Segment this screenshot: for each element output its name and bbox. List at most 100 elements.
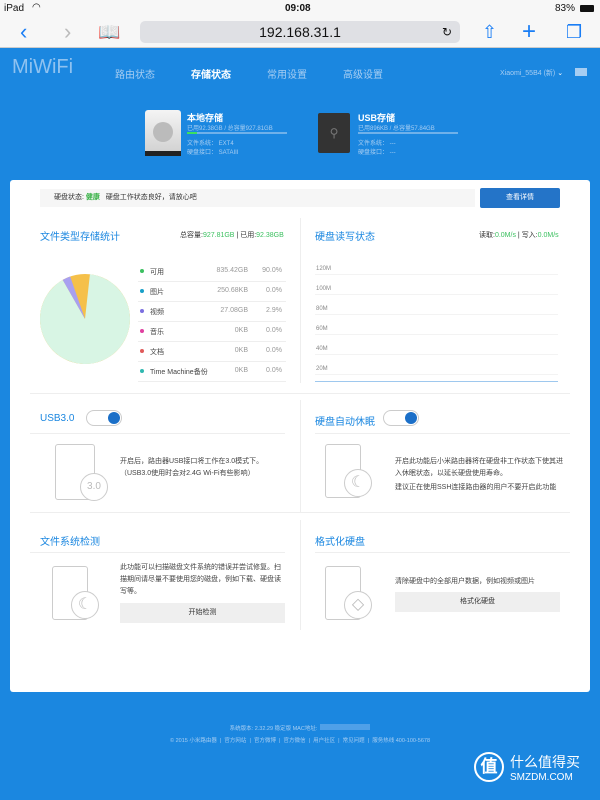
footer-link[interactable]: 官方微博 — [254, 738, 276, 744]
usb-disk-icon: ⚲ — [318, 113, 350, 153]
view-details-button[interactable]: 查看详情 — [480, 188, 560, 208]
usb-disk-fs: 文件系统： --- — [358, 141, 396, 147]
legend-dot — [140, 349, 144, 353]
sleep-desc-1: 开启此功能后小米路由器将在硬盘非工作状态下使其进入休眠状态，以延长硬盘使用寿命。 — [395, 458, 563, 477]
battery-percent: 83% — [555, 3, 576, 14]
y-tick-label: 100M — [316, 286, 332, 292]
hdd-format-icon: ◇ — [325, 566, 372, 620]
legend-size: 250.68KB — [217, 287, 248, 294]
moon-icon: ☾ — [71, 591, 99, 619]
gridline — [315, 314, 558, 315]
legend-row: 视频 27.08GB 2.9% — [138, 302, 286, 322]
tab-advanced-settings[interactable]: 高级设置 — [343, 66, 383, 81]
gridline — [315, 294, 558, 295]
io-rates: 读取:0.0M/s | 写入:0.0M/s — [479, 232, 559, 239]
y-tick-label: 40M — [316, 346, 328, 352]
legend-label: 可用 — [150, 269, 164, 276]
legend-percent: 90.0% — [262, 267, 282, 274]
legend-dot — [140, 309, 144, 313]
usb-disk-port: 硬盘接口： --- — [358, 150, 396, 156]
back-icon[interactable]: ‹ — [20, 18, 27, 46]
io-chart-baseline — [315, 381, 558, 382]
local-disk-port: 硬盘接口： SATAIII — [187, 150, 239, 156]
sleep-toggle[interactable] — [383, 410, 419, 426]
divider — [300, 400, 301, 512]
usb-disk-progress — [358, 132, 458, 134]
sleep-title: 硬盘自动休眠 — [315, 417, 375, 428]
io-chart-title: 硬盘读写状态 — [315, 232, 375, 243]
share-icon[interactable]: ⇧ — [482, 18, 497, 46]
usb3-badge: 3.0 — [80, 473, 108, 501]
local-disk-usage: 已用92.38GB / 总容量927.81GB — [187, 126, 273, 132]
footer-link[interactable]: 官方微信 — [284, 738, 306, 744]
smzdm-watermark-logo: 值 — [474, 752, 504, 782]
forward-icon[interactable]: › — [64, 18, 71, 46]
legend-label: 图片 — [150, 289, 164, 296]
bookmarks-icon[interactable]: 📖 — [98, 18, 120, 46]
network-selector[interactable]: Xiaomi_55B4 (新) ⌄ — [500, 68, 563, 78]
mac-address-redacted — [320, 724, 371, 730]
write-label: 写入: — [521, 232, 538, 239]
format-disk-button[interactable]: 格式化硬盘 — [395, 592, 560, 612]
y-tick-label: 20M — [316, 366, 328, 372]
sleep-desc-2: 建议正在使用SSH连接路由器的用户不要开启此功能 — [395, 484, 557, 491]
legend-dot — [140, 329, 144, 333]
legend-label: 文档 — [150, 349, 164, 356]
tab-router-status[interactable]: 路由状态 — [115, 66, 155, 81]
legend-size: 27.08GB — [220, 307, 248, 314]
chevron-down-icon: ⌄ — [557, 70, 564, 77]
tabs-icon[interactable]: ❐ — [566, 18, 582, 46]
tab-storage-status[interactable]: 存储状态 — [191, 66, 231, 81]
divider — [30, 512, 570, 513]
mail-icon[interactable] — [575, 68, 587, 76]
watermark-en: SMZDM.COM — [510, 772, 573, 783]
network-name: Xiaomi_55B4 (新) — [500, 70, 556, 77]
footer-link[interactable]: 官方网站 — [224, 738, 246, 744]
usb3-toggle[interactable] — [86, 410, 122, 426]
new-tab-icon[interactable]: + — [522, 18, 536, 46]
fscheck-title: 文件系统检测 — [40, 537, 100, 548]
health-bar: 硬盘状态: 健康 硬盘工作状态良好，请放心吧 — [40, 189, 475, 207]
hdd-sleep-icon: ☾ — [325, 444, 372, 498]
usb-plug-icon: 3.0 — [55, 444, 108, 501]
fscheck-description: 此功能可以扫描磁盘文件系统的错误并尝试修复。扫描期间请尽量不要使用您的磁盘，例如… — [120, 564, 281, 595]
legend-row: 音乐 0KB 0.0% — [138, 322, 286, 342]
ios-status-bar: iPad ◠ 09:08 83% — [0, 0, 600, 18]
footer-link: © 2015 小米路由器 — [170, 738, 217, 744]
usb3-desc-2: （USB3.0使用时会对2.4G Wi-Fi有些影响） — [120, 470, 255, 477]
clock: 09:08 — [285, 3, 311, 14]
gridline — [315, 334, 558, 335]
start-check-button[interactable]: 开始检测 — [120, 603, 285, 623]
footer-link[interactable]: 常见问题 — [343, 738, 365, 744]
legend-row: Time Machine备份 0KB 0.0% — [138, 362, 286, 382]
footer-link[interactable]: 用户社区 — [313, 738, 335, 744]
footer-link[interactable]: 服务热线 400-100-5678 — [372, 738, 430, 744]
divider — [30, 552, 285, 553]
reload-icon[interactable]: ↻ — [442, 21, 452, 43]
miwifi-logo: MiWiFi — [12, 56, 74, 78]
wifi-icon: ◠ — [32, 2, 41, 13]
footer-version: 系统版本: 2.32.29 稳定版 MAC地址: — [0, 724, 600, 732]
watermark-cn: 什么值得买 — [510, 754, 580, 770]
divider — [300, 218, 301, 383]
legend-size: 0KB — [234, 367, 248, 374]
gridline — [315, 374, 558, 375]
legend-label: 视频 — [150, 309, 164, 316]
y-tick-label: 80M — [316, 306, 328, 312]
legend-percent: 2.9% — [266, 307, 282, 314]
divider — [315, 552, 570, 553]
tab-common-settings[interactable]: 常用设置 — [267, 66, 307, 81]
moon-icon: ☾ — [344, 469, 372, 497]
legend-dot — [140, 369, 144, 373]
divider — [315, 433, 570, 434]
total-value: 927.81GB — [202, 232, 235, 239]
legend-row: 文档 0KB 0.0% — [138, 342, 286, 362]
divider — [30, 393, 570, 394]
address-bar[interactable]: 192.168.31.1 ↻ — [140, 21, 460, 43]
write-rate: 0.0M/s — [537, 232, 559, 239]
footer-links: © 2015 小米路由器 | 官方网站 | 官方微博 | 官方微信 | 用户社区… — [170, 738, 430, 744]
y-tick-label: 120M — [316, 266, 332, 272]
usb3-desc-1: 开启后，路由器USB接口将工作在3.0模式下。 — [120, 458, 264, 465]
local-disk-icon — [145, 110, 181, 156]
legend-percent: 0.0% — [266, 347, 282, 354]
